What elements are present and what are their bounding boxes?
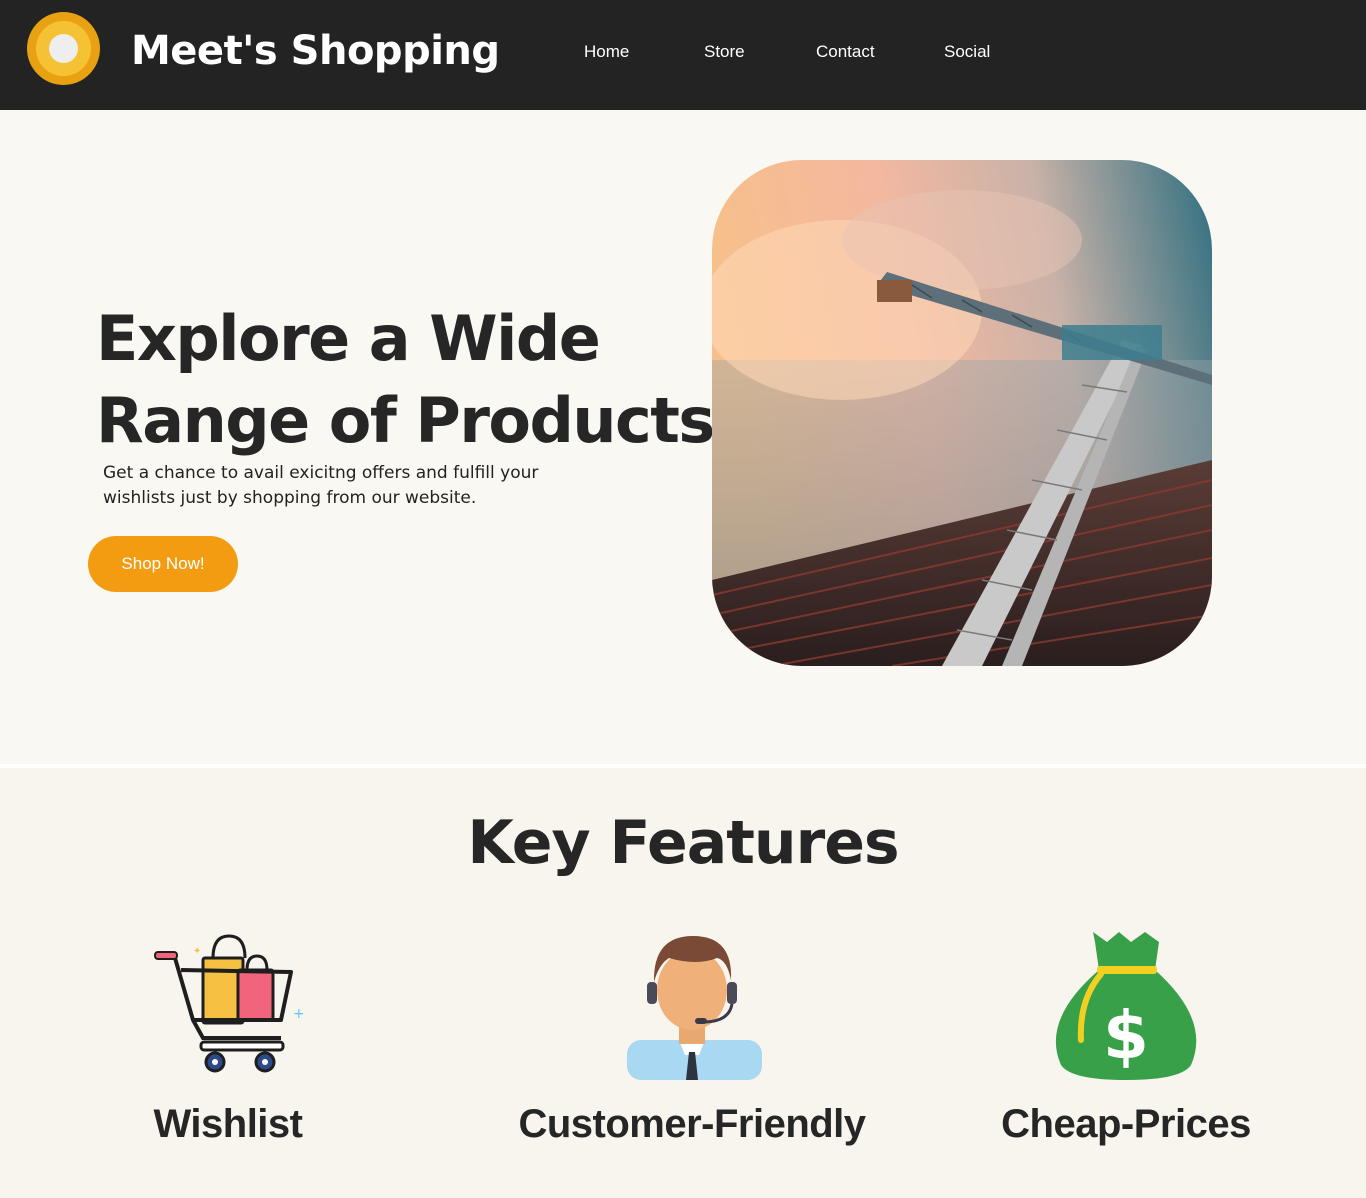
svg-text:✦: ✦ [193,946,201,957]
feature-label: Cheap-Prices [1001,1102,1251,1146]
feature-label: Customer-Friendly [518,1102,866,1146]
feature-cheap-prices: $ Cheap-Prices [906,930,1346,1160]
nav-contact[interactable]: Contact [816,42,875,62]
shopping-cart-icon: + ✦ [153,930,305,1080]
hero-image [712,160,1212,666]
feature-wishlist: + ✦ Wishlist [8,930,448,1160]
brand-name[interactable]: Meet's Shopping [131,28,500,74]
features-section: Key Features + ✦ Wishlist Customer-Frien… [0,768,1366,1198]
site-header: Meet's Shopping Home Store Contact Socia… [0,0,1366,110]
svg-text:$: $ [1103,997,1149,1074]
svg-text:+: + [293,1006,303,1022]
nav-social[interactable]: Social [944,42,990,62]
support-agent-icon [617,930,767,1080]
hero-section: Explore a Wide Range of Products Get a c… [0,110,1366,764]
hero-subtitle: Get a chance to avail exicitng offers an… [103,463,539,508]
feature-label: Wishlist [153,1102,304,1146]
nav-home[interactable]: Home [584,42,629,62]
logo-icon[interactable] [27,12,100,85]
shop-now-button[interactable]: Shop Now! [88,536,238,592]
nav-store[interactable]: Store [704,42,745,62]
features-title: Key Features [467,808,899,878]
hero-title: Explore a Wide Range of Products [96,302,715,457]
feature-customer-friendly: Customer-Friendly [472,930,912,1160]
money-bag-icon: $ [1051,930,1201,1080]
